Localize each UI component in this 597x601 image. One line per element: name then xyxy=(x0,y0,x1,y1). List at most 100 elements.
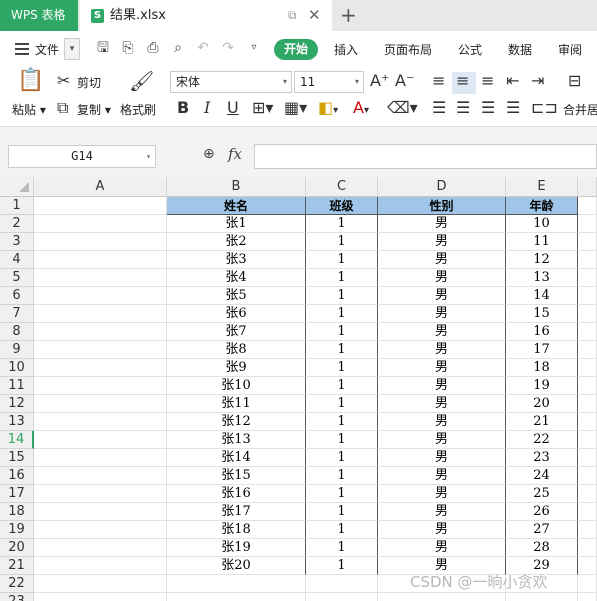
table-cell[interactable]: 张11 xyxy=(167,395,306,413)
table-cell[interactable] xyxy=(34,467,167,485)
close-tab-icon[interactable]: ✕ xyxy=(308,0,321,31)
table-cell[interactable] xyxy=(578,557,597,575)
name-box[interactable]: G14 ▾ xyxy=(8,145,156,168)
row-header[interactable]: 23 xyxy=(0,593,34,601)
table-cell[interactable] xyxy=(506,593,578,601)
table-cell[interactable] xyxy=(167,575,306,593)
zoom-icon[interactable]: ⊕ xyxy=(203,146,215,162)
row-header[interactable]: 15 xyxy=(0,449,34,467)
table-cell[interactable]: 男 xyxy=(378,269,506,287)
table-cell[interactable] xyxy=(306,575,378,593)
table-cell[interactable]: 13 xyxy=(506,269,578,287)
table-cell[interactable]: 张10 xyxy=(167,377,306,395)
table-cell[interactable]: 1 xyxy=(306,395,378,413)
table-cell[interactable]: 男 xyxy=(378,377,506,395)
tab-review[interactable]: 审阅 xyxy=(558,41,582,58)
file-menu[interactable]: 文件 xyxy=(35,41,59,58)
table-cell[interactable]: 20 xyxy=(506,395,578,413)
font-family-select[interactable]: 宋体 ▾ xyxy=(170,71,292,93)
table-cell[interactable]: 16 xyxy=(506,323,578,341)
table-cell[interactable]: 张16 xyxy=(167,485,306,503)
quick-access-more-icon[interactable]: ▿ xyxy=(246,40,262,56)
column-header-e[interactable]: E xyxy=(506,177,578,197)
table-cell[interactable]: 男 xyxy=(378,539,506,557)
table-cell[interactable]: 男 xyxy=(378,431,506,449)
table-cell[interactable]: 27 xyxy=(506,521,578,539)
spreadsheet-grid[interactable]: A B C D E 1 2 3 4 5 6 7 8 9 10 11 12 13 14 15 16 17 18 19 20 21 22… xyxy=(0,177,597,601)
underline-icon[interactable]: U xyxy=(227,99,239,117)
borders-icon[interactable]: ⊞▾ xyxy=(252,99,273,117)
table-header-cell[interactable]: 性别 xyxy=(378,197,506,215)
table-cell[interactable]: 19 xyxy=(506,377,578,395)
table-cell[interactable]: 26 xyxy=(506,503,578,521)
table-cell[interactable]: 男 xyxy=(378,215,506,233)
print-icon[interactable]: ⎙ xyxy=(145,40,161,56)
row-header[interactable]: 14 xyxy=(0,431,34,449)
table-cell[interactable]: 14 xyxy=(506,287,578,305)
hamburger-menu-icon[interactable] xyxy=(15,43,29,58)
table-cell[interactable]: 25 xyxy=(506,485,578,503)
row-header[interactable]: 5 xyxy=(0,269,34,287)
table-cell[interactable]: 1 xyxy=(306,269,378,287)
table-cell[interactable] xyxy=(578,323,597,341)
table-cell[interactable] xyxy=(34,233,167,251)
table-cell[interactable]: 28 xyxy=(506,539,578,557)
table-cell[interactable] xyxy=(578,593,597,601)
table-cell[interactable]: 18 xyxy=(506,359,578,377)
table-cell[interactable]: 1 xyxy=(306,539,378,557)
copy-button[interactable]: 复制 ▾ xyxy=(77,101,111,118)
table-cell[interactable]: 男 xyxy=(378,305,506,323)
table-cell[interactable] xyxy=(578,377,597,395)
table-cell[interactable]: 男 xyxy=(378,323,506,341)
table-cell[interactable]: 1 xyxy=(306,233,378,251)
insert-function-icon[interactable]: fx xyxy=(228,145,242,163)
table-cell[interactable]: 1 xyxy=(306,341,378,359)
table-cell[interactable] xyxy=(578,539,597,557)
table-cell[interactable] xyxy=(578,215,597,233)
align-middle-icon[interactable]: ≡ xyxy=(456,72,469,90)
table-cell[interactable]: 24 xyxy=(506,467,578,485)
table-cell[interactable]: 男 xyxy=(378,395,506,413)
save-icon[interactable]: 🖫 xyxy=(95,40,111,56)
row-header[interactable]: 1 xyxy=(0,197,34,215)
table-cell[interactable] xyxy=(34,557,167,575)
row-header[interactable]: 6 xyxy=(0,287,34,305)
table-cell[interactable] xyxy=(34,593,167,601)
row-header[interactable]: 8 xyxy=(0,323,34,341)
table-cell[interactable]: 张19 xyxy=(167,539,306,557)
table-cell[interactable] xyxy=(578,305,597,323)
row-header[interactable]: 10 xyxy=(0,359,34,377)
table-cell[interactable] xyxy=(34,287,167,305)
table-cell[interactable] xyxy=(578,521,597,539)
table-cell[interactable]: 男 xyxy=(378,521,506,539)
table-cell[interactable] xyxy=(378,593,506,601)
table-cell[interactable]: 张8 xyxy=(167,341,306,359)
table-cell[interactable] xyxy=(34,377,167,395)
table-cell[interactable] xyxy=(34,431,167,449)
table-cell[interactable] xyxy=(34,251,167,269)
table-cell[interactable] xyxy=(34,413,167,431)
table-cell[interactable]: 22 xyxy=(506,431,578,449)
bold-icon[interactable]: B xyxy=(177,99,189,117)
row-header[interactable]: 2 xyxy=(0,215,34,233)
tab-start[interactable]: 开始 xyxy=(274,39,318,60)
table-cell[interactable]: 张3 xyxy=(167,251,306,269)
table-cell[interactable]: 17 xyxy=(506,341,578,359)
tab-data[interactable]: 数据 xyxy=(508,41,532,58)
table-cell[interactable] xyxy=(578,467,597,485)
table-cell[interactable] xyxy=(578,485,597,503)
table-cell[interactable]: 1 xyxy=(306,377,378,395)
table-cell[interactable]: 张6 xyxy=(167,305,306,323)
export-pdf-icon[interactable]: ⎘ xyxy=(120,40,136,56)
row-header[interactable]: 3 xyxy=(0,233,34,251)
table-cell[interactable]: 男 xyxy=(378,449,506,467)
row-header[interactable]: 19 xyxy=(0,521,34,539)
table-cell[interactable]: 11 xyxy=(506,233,578,251)
merge-center-button[interactable]: 合并居 xyxy=(563,101,597,118)
table-cell[interactable]: 张1 xyxy=(167,215,306,233)
table-cell[interactable]: 1 xyxy=(306,449,378,467)
table-cell[interactable] xyxy=(34,503,167,521)
table-cell[interactable]: 1 xyxy=(306,287,378,305)
format-painter-button[interactable]: 格式刷 xyxy=(120,101,156,118)
document-tab[interactable]: S 结果.xlsx ⧉ ✕ xyxy=(80,0,332,31)
